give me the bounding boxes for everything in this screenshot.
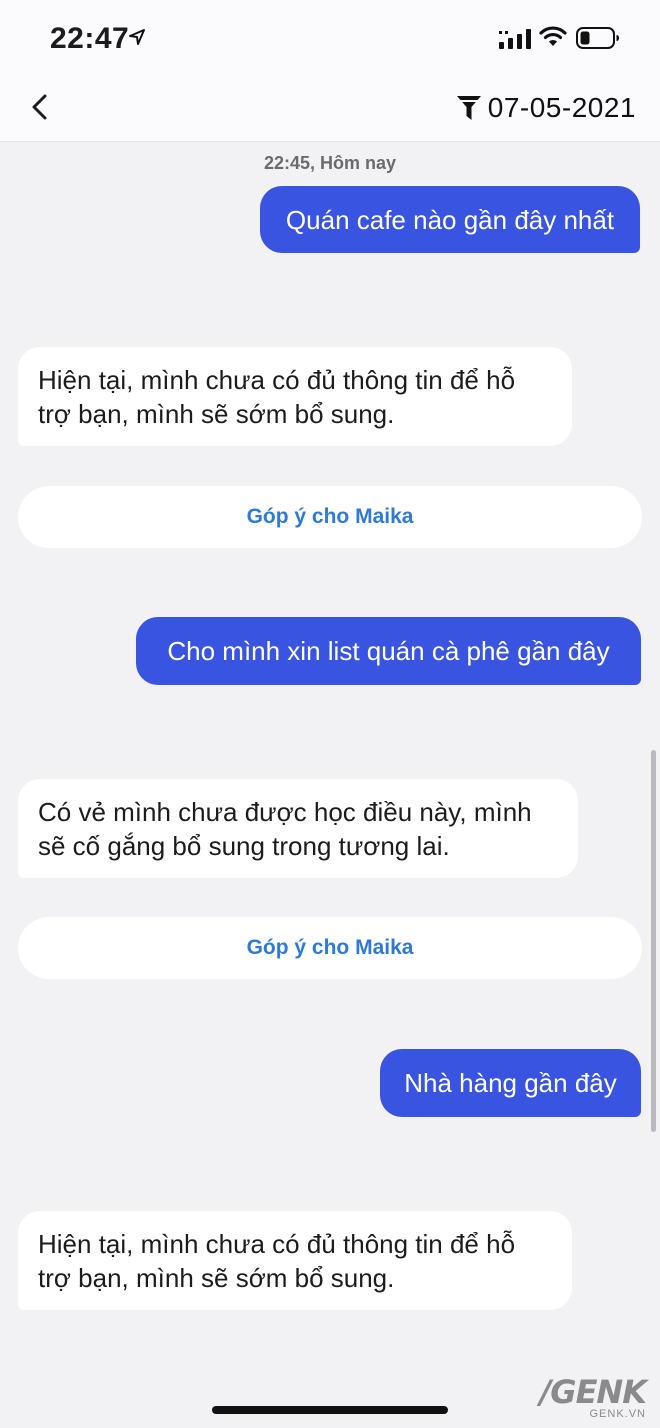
user-message: Cho mình xin list quán cà phê gần đây [136,617,641,685]
user-message: Quán cafe nào gần đây nhất [260,186,640,253]
wifi-icon [539,26,567,46]
message-timestamp: 22:45, Hôm nay [263,153,397,173]
filter-icon [456,96,481,120]
back-button[interactable] [26,92,56,122]
cellular-signal-icon [499,29,531,49]
location-arrow-icon [129,29,145,45]
feedback-button[interactable]: Góp ý cho Maika [18,917,642,979]
home-indicator[interactable] [212,1406,448,1414]
chat-screen: 22:47 07-05-2021 22:45, Hôm nay Quán caf… [0,0,660,1428]
filter-date: 07-05-2021 [487,92,636,123]
nav-bar: 07-05-2021 [0,80,660,142]
status-bar: 22:47 [0,0,660,80]
bot-message: Hiện tại, mình chưa có đủ thông tin để h… [18,347,572,446]
genk-logo: /GENK [539,1373,647,1411]
date-filter-button[interactable]: 07-05-2021 [456,90,636,126]
genk-watermark: /GENK GENK.VN [539,1373,647,1420]
user-message: Nhà hàng gần đây [380,1049,641,1117]
battery-icon [576,27,619,49]
status-time: 22:47 [50,22,130,55]
feedback-button[interactable]: Góp ý cho Maika [18,486,642,548]
scrollbar[interactable] [651,750,656,1132]
bot-message: Hiện tại, mình chưa có đủ thông tin để h… [18,1211,572,1310]
bot-message: Có vẻ mình chưa được học điều này, mình … [18,779,578,878]
